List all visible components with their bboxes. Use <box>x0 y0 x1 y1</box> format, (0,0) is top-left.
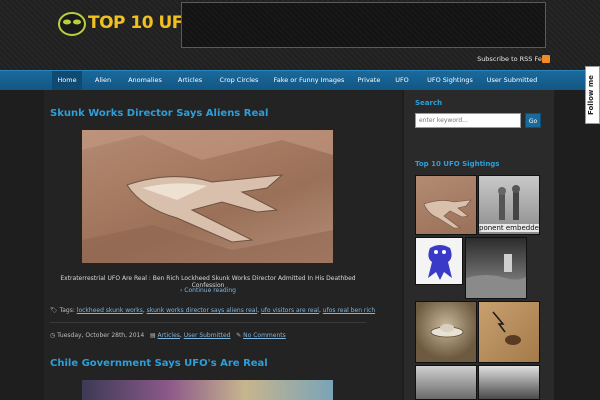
alien-drawing-thumb-image <box>428 245 452 280</box>
search-go-button[interactable]: Go <box>525 113 541 128</box>
sighting-thumbnail[interactable] <box>415 365 477 400</box>
nav-item-private[interactable]: Private <box>354 71 384 90</box>
post-divider <box>50 322 366 323</box>
ufo-saucer-thumb-image <box>430 324 464 338</box>
tag-link[interactable]: skunk works director says aliens real <box>147 307 257 314</box>
stealth-aircraft-image <box>82 130 333 263</box>
sighting-thumbnail[interactable]: ponent embedded <box>478 175 540 235</box>
post-date: Tuesday, October 28th, 2014 <box>57 332 145 339</box>
sighting-thumbnail[interactable] <box>415 237 463 285</box>
search-input[interactable] <box>415 113 521 128</box>
clock-icon: ◷ <box>50 332 56 339</box>
sighting-thumbnail[interactable] <box>465 237 527 299</box>
sighting-thumbnail[interactable] <box>478 301 540 363</box>
follow-me-tab[interactable]: Follow me <box>585 66 600 124</box>
sighting-thumbnail[interactable] <box>478 365 540 400</box>
tags-label: Tags: <box>59 307 75 314</box>
nav-item-articles[interactable]: Articles <box>173 71 207 90</box>
tag-link[interactable]: lockheed skunk works <box>77 307 143 314</box>
rss-icon[interactable] <box>542 55 550 63</box>
nav-item-ufo-sightings[interactable]: UFO Sightings <box>422 71 478 90</box>
tag-link[interactable]: ufos real ben rich <box>323 307 375 314</box>
post-title-link[interactable]: Skunk Works Director Says Aliens Real <box>50 108 268 119</box>
header-ad-banner[interactable] <box>181 2 546 48</box>
post-title-link[interactable]: Chile Government Says UFO's Are Real <box>50 358 268 369</box>
sighting-thumbnail[interactable] <box>415 301 477 363</box>
category-link[interactable]: Articles <box>158 332 180 339</box>
nav-item-anomalies[interactable]: Anomalies <box>124 71 166 90</box>
nav-item-ufo[interactable]: UFO <box>390 71 414 90</box>
category-link[interactable]: User Submitted <box>184 332 231 339</box>
continue-reading-link[interactable]: › Continue reading <box>180 287 236 294</box>
rss-subscribe-link[interactable]: Subscribe to RSS Feed <box>477 55 550 63</box>
main-nav: Home Alien Anomalies Articles Crop Circl… <box>0 70 600 90</box>
thumbnail-caption: ponent embedded <box>479 224 540 232</box>
post-tags: 🏷 Tags: lockheed skunk works, skunk work… <box>50 307 376 314</box>
nav-item-alien[interactable]: Alien <box>88 71 118 90</box>
aircraft-thumb-image <box>423 199 472 229</box>
nav-item-crop-circles[interactable]: Crop Circles <box>214 71 264 90</box>
nav-item-fake-or-funny[interactable]: Fake or Funny Images <box>270 71 348 90</box>
tag-link[interactable]: ufo visitors are real <box>261 307 319 314</box>
sightings-widget-title: Top 10 UFO Sightings <box>415 160 500 168</box>
comments-link[interactable]: No Comments <box>243 332 286 339</box>
post-meta: ◷ Tuesday, October 28th, 2014 ▤ Articles… <box>50 332 286 339</box>
follow-me-label: Follow me <box>587 75 595 115</box>
search-widget-title: Search <box>415 99 443 107</box>
folder-icon: ▤ <box>149 332 156 339</box>
site-header: TOP 10 UFO Subscribe to RSS Feed <box>0 0 600 70</box>
sighting-thumbnail[interactable] <box>415 175 477 235</box>
desert-object-thumb-image <box>492 311 521 345</box>
post-featured-image[interactable] <box>82 380 333 400</box>
nav-item-user-submitted[interactable]: User Submitted <box>484 71 540 90</box>
post-featured-image[interactable] <box>82 130 333 263</box>
moon-surface-thumb-image <box>466 254 526 298</box>
tag-icon: 🏷 <box>50 307 58 314</box>
comment-icon: ✎ <box>236 332 242 339</box>
nav-item-home[interactable]: Home <box>52 71 82 90</box>
